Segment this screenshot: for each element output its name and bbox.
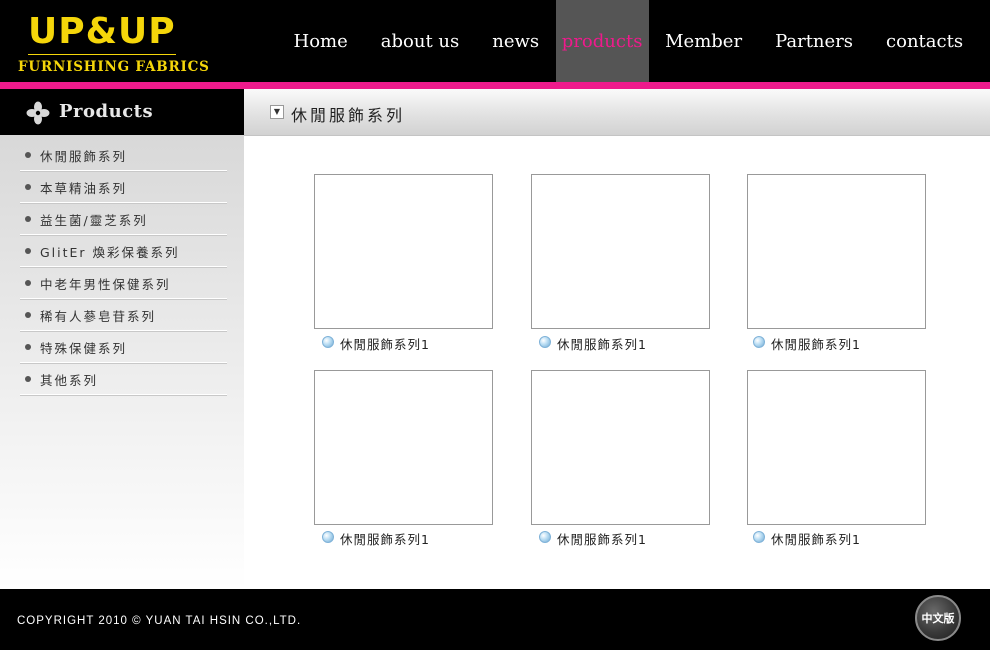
product-thumbnail[interactable] — [747, 370, 926, 525]
nav-contacts[interactable]: contacts — [870, 0, 980, 82]
nav-products[interactable]: products — [555, 0, 649, 82]
category-label: 益生菌/靈芝系列 — [40, 213, 148, 228]
accent-divider — [0, 82, 990, 89]
logo-wordmark: UP&UP — [28, 11, 176, 52]
product-card[interactable]: 休閒服飾系列1 — [747, 174, 926, 354]
product-thumbnail[interactable] — [747, 174, 926, 329]
nav-home[interactable]: Home — [277, 0, 364, 82]
category-label: GlitEr 煥彩保養系列 — [40, 245, 180, 260]
nav-member[interactable]: Member — [649, 0, 759, 82]
site-logo[interactable]: UP&UP FURNISHING FABRICS — [18, 10, 209, 76]
category-label: 稀有人蔘皂苷系列 — [40, 309, 157, 324]
product-card[interactable]: 休閒服飾系列1 — [531, 370, 710, 549]
product-caption[interactable]: 休閒服飾系列1 — [557, 334, 647, 353]
bullet-icon — [539, 531, 551, 543]
category-item[interactable]: 本草精油系列 — [20, 171, 227, 203]
product-card[interactable]: 休閒服飾系列1 — [314, 174, 493, 354]
sidebar-header: Products — [0, 89, 244, 135]
page-title: 休閒服飾系列 — [291, 106, 406, 125]
content-header: ▼ 休閒服飾系列 — [244, 89, 990, 136]
category-item[interactable]: 休閒服飾系列 — [20, 139, 227, 171]
bullet-icon — [322, 531, 334, 543]
bullet-icon — [25, 216, 31, 222]
bullet-icon — [753, 531, 765, 543]
product-card[interactable]: 休閒服飾系列1 — [314, 370, 493, 549]
nav-news[interactable]: news — [476, 0, 556, 82]
bullet-icon — [539, 336, 551, 348]
product-thumbnail[interactable] — [314, 174, 493, 329]
bullet-icon — [25, 344, 31, 350]
nav-partners[interactable]: Partners — [759, 0, 870, 82]
category-item[interactable]: 中老年男性保健系列 — [20, 267, 227, 299]
category-label: 其他系列 — [40, 373, 99, 388]
category-list: 休閒服飾系列 本草精油系列 益生菌/靈芝系列 GlitEr 煥彩保養系列 中老年… — [20, 139, 227, 395]
product-caption[interactable]: 休閒服飾系列1 — [771, 529, 861, 548]
logo-divider — [28, 54, 176, 55]
product-caption[interactable]: 休閒服飾系列1 — [340, 529, 430, 548]
bullet-icon — [25, 248, 31, 254]
product-thumbnail[interactable] — [314, 370, 493, 525]
dropdown-toggle-icon[interactable]: ▼ — [270, 105, 284, 119]
product-caption[interactable]: 休閒服飾系列1 — [771, 334, 861, 353]
product-caption[interactable]: 休閒服飾系列1 — [340, 334, 430, 353]
bullet-icon — [322, 336, 334, 348]
sidebar: Products 休閒服飾系列 本草精油系列 益生菌/靈芝系列 GlitEr 煥… — [0, 89, 244, 589]
product-thumbnail[interactable] — [531, 370, 710, 525]
bullet-icon — [25, 312, 31, 318]
category-item[interactable]: 益生菌/靈芝系列 — [20, 203, 227, 235]
site-header: UP&UP FURNISHING FABRICS Home about us n… — [0, 0, 990, 82]
product-thumbnail[interactable] — [531, 174, 710, 329]
category-label: 休閒服飾系列 — [40, 149, 128, 164]
bullet-icon — [25, 376, 31, 382]
category-item[interactable]: 其他系列 — [20, 363, 227, 395]
category-label: 特殊保健系列 — [40, 341, 128, 356]
logo-tagline: FURNISHING FABRICS — [18, 59, 210, 75]
bullet-icon — [25, 152, 31, 158]
bullet-icon — [25, 184, 31, 190]
product-card[interactable]: 休閒服飾系列1 — [531, 174, 710, 354]
language-switch-button[interactable]: 中文版 — [915, 595, 961, 641]
flower-icon — [26, 101, 50, 125]
category-label: 本草精油系列 — [40, 181, 128, 196]
product-card[interactable]: 休閒服飾系列1 — [747, 370, 926, 549]
site-footer: COPYRIGHT 2010 © YUAN TAI HSIN CO.,LTD. … — [0, 589, 990, 650]
bullet-icon — [25, 280, 31, 286]
nav-about-us[interactable]: about us — [364, 0, 475, 82]
copyright-text: COPYRIGHT 2010 © YUAN TAI HSIN CO.,LTD. — [17, 615, 302, 627]
bullet-icon — [753, 336, 765, 348]
sidebar-title: Products — [59, 101, 154, 122]
main-nav: Home about us news products Member Partn… — [277, 0, 980, 82]
category-label: 中老年男性保健系列 — [40, 277, 171, 292]
category-item[interactable]: GlitEr 煥彩保養系列 — [20, 235, 227, 267]
product-caption[interactable]: 休閒服飾系列1 — [557, 529, 647, 548]
category-item[interactable]: 特殊保健系列 — [20, 331, 227, 363]
category-item[interactable]: 稀有人蔘皂苷系列 — [20, 299, 227, 331]
